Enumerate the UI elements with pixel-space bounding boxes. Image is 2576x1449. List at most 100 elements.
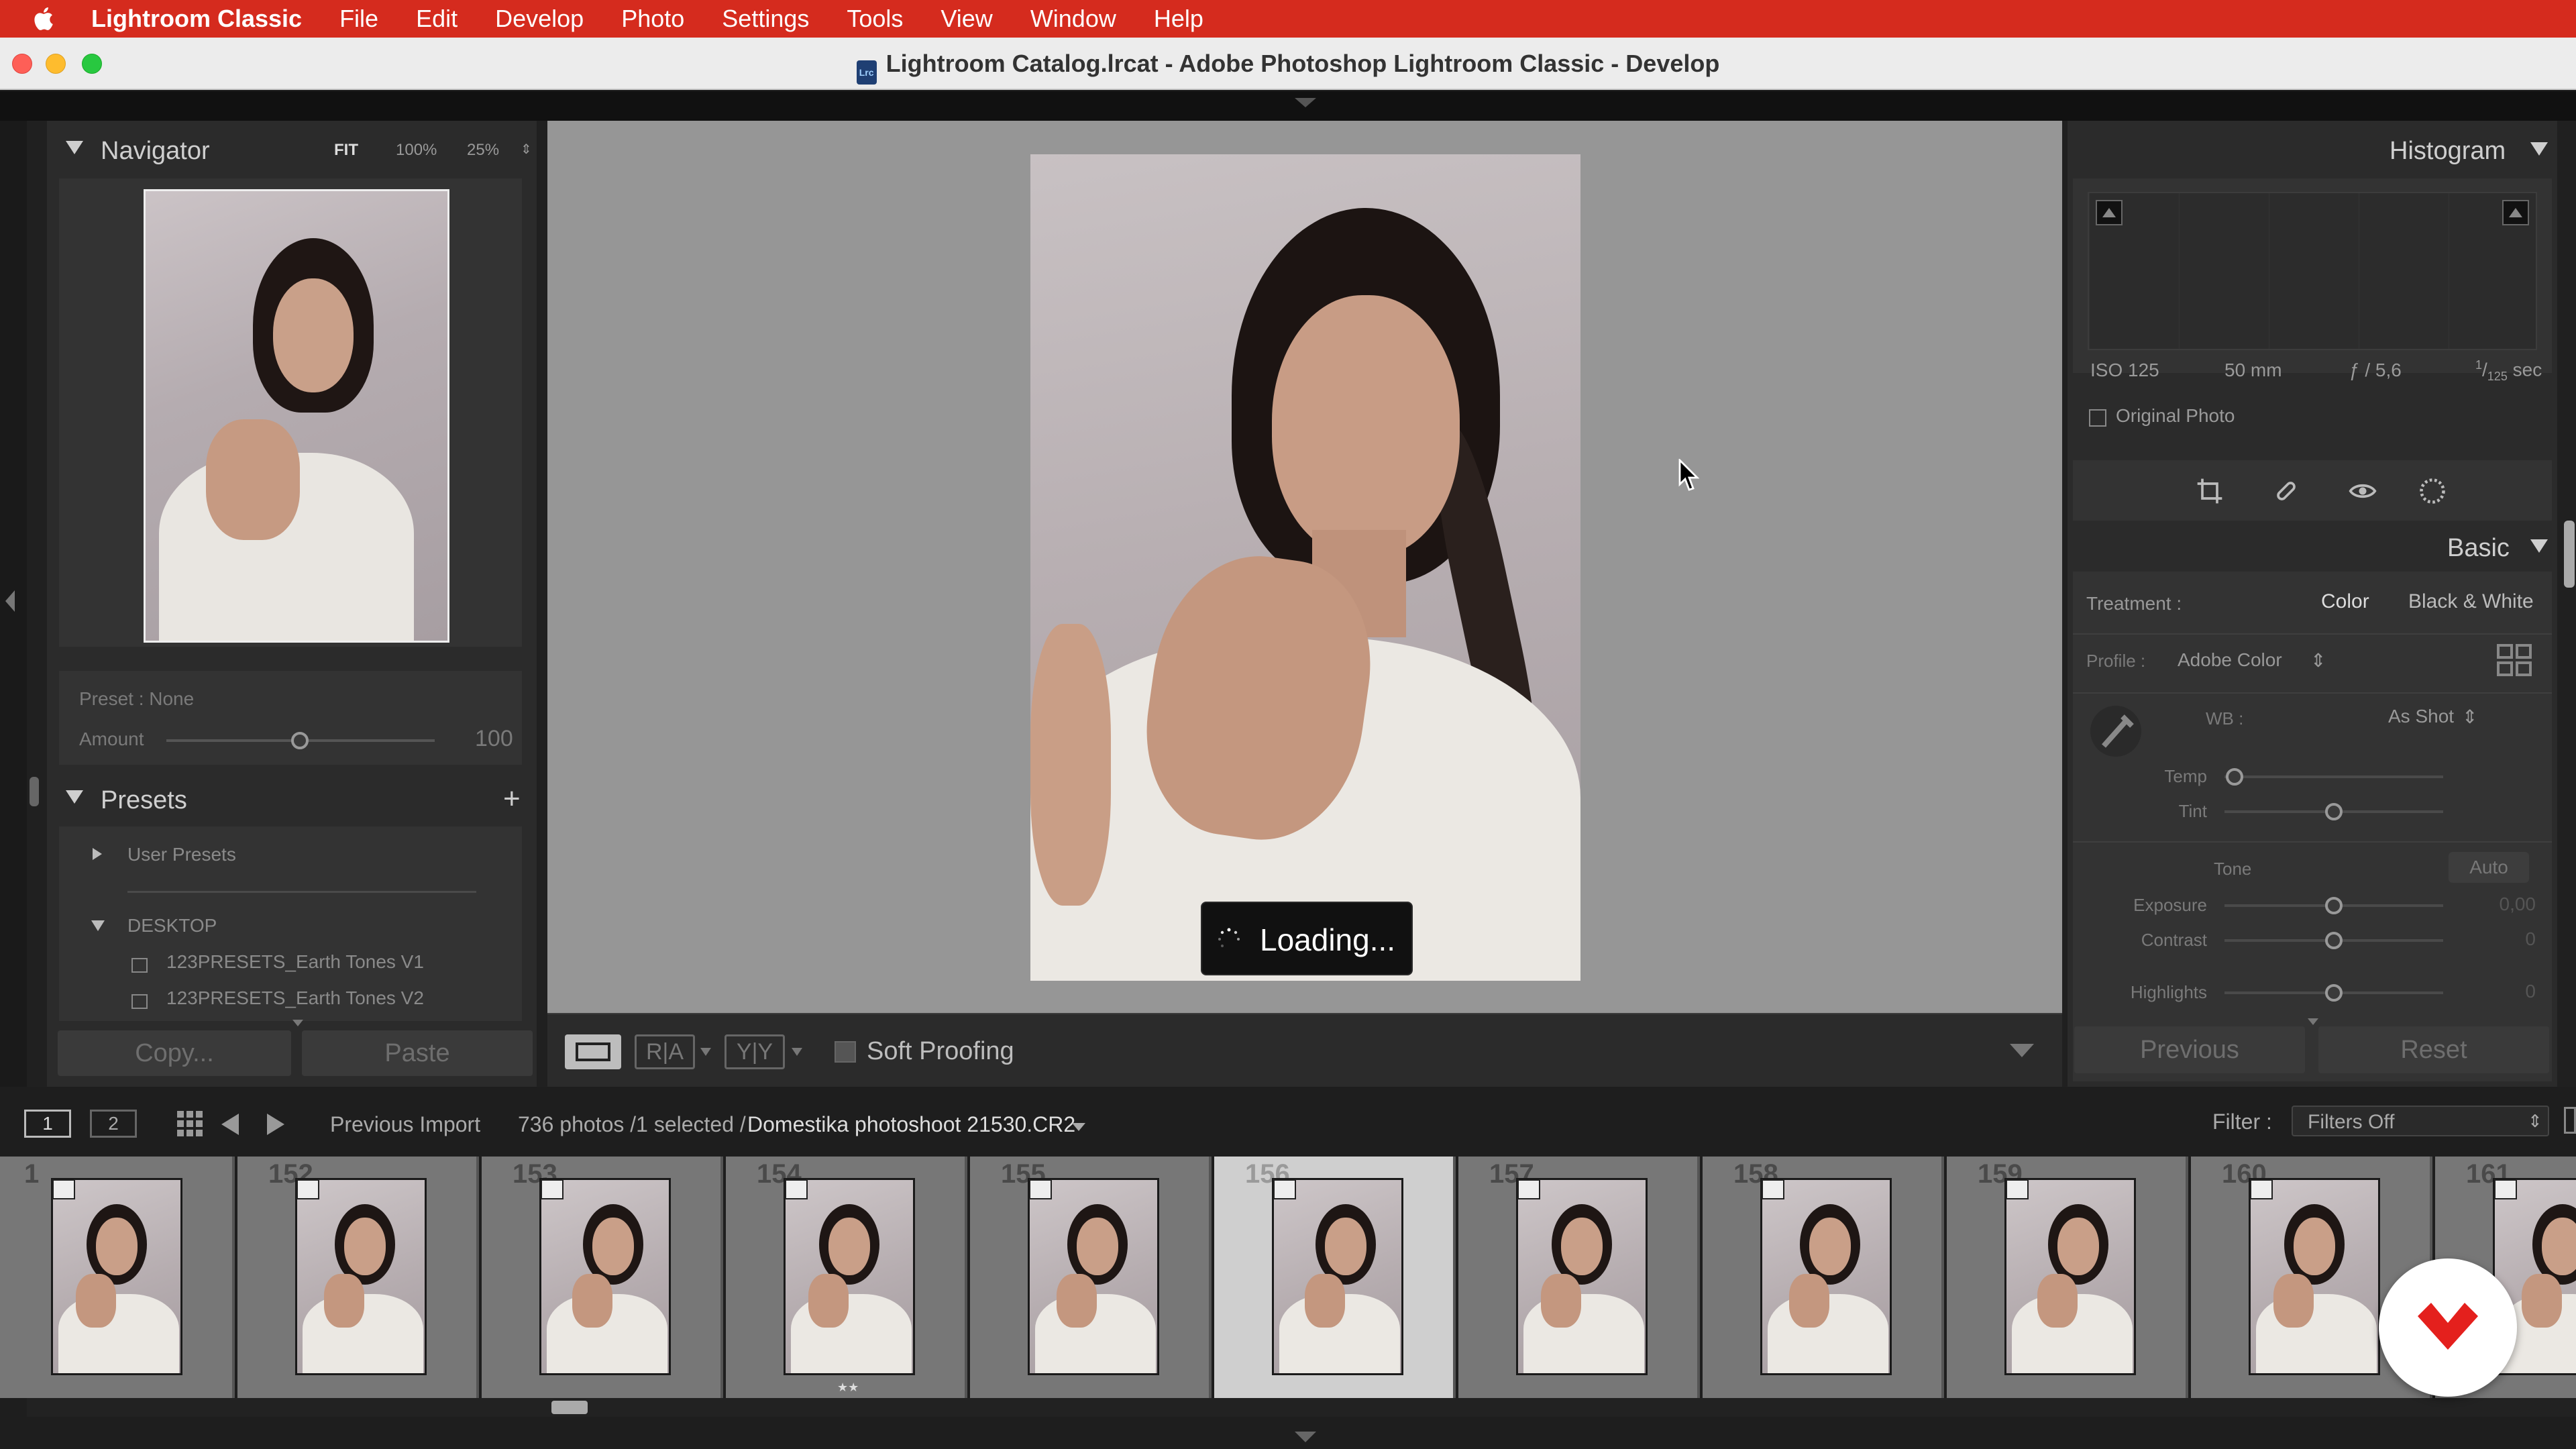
menu-window[interactable]: Window	[1030, 5, 1116, 33]
star-rating[interactable]: ★★	[837, 1381, 859, 1395]
white-balance-picker-icon[interactable]	[2090, 706, 2141, 757]
treatment-color[interactable]: Color	[2321, 590, 2369, 613]
toolbar-options-icon[interactable]	[2010, 1044, 2034, 1057]
filmstrip-scrollbar[interactable]	[27, 1398, 2576, 1417]
menu-settings[interactable]: Settings	[722, 5, 809, 33]
zoom-stepper-icon[interactable]: ⇕	[521, 141, 532, 158]
menu-file[interactable]: File	[339, 5, 378, 33]
filmstrip-cell[interactable]: 153	[482, 1157, 723, 1398]
add-preset-icon[interactable]: +	[503, 782, 521, 816]
contrast-value[interactable]: 0	[2482, 928, 2536, 950]
highlights-slider[interactable]	[2224, 984, 2443, 1002]
auto-tone-button[interactable]: Auto	[2449, 852, 2529, 883]
current-filename[interactable]: Domestika photoshoot 21530.CR2	[747, 1112, 1075, 1137]
main-photo[interactable]	[1030, 154, 1580, 981]
wb-stepper-icon[interactable]: ⇕	[2462, 706, 2477, 728]
collapse-filmstrip-icon[interactable]	[1295, 1432, 1316, 1442]
develop-settings-badge-icon	[785, 1179, 808, 1199]
exposure-value[interactable]: 0,00	[2482, 894, 2536, 915]
highlights-value[interactable]: 0	[2482, 981, 2536, 1002]
menu-tools[interactable]: Tools	[847, 5, 903, 33]
before-after-lr-button[interactable]: R|A	[635, 1034, 695, 1069]
before-after-split-button[interactable]: Y|Y	[724, 1034, 785, 1069]
profile-dropdown[interactable]: Adobe Color	[2178, 649, 2282, 671]
tint-slider[interactable]	[2224, 803, 2443, 820]
source-label[interactable]: Previous Import	[330, 1112, 480, 1137]
previous-button[interactable]: Previous	[2074, 1026, 2305, 1073]
temp-slider-knob[interactable]	[2226, 768, 2243, 786]
paste-button[interactable]: Paste	[302, 1030, 533, 1076]
filmstrip-scroll-thumb[interactable]	[551, 1401, 588, 1414]
amount-slider-knob[interactable]	[291, 732, 309, 749]
expand-user-presets-icon[interactable]	[93, 848, 102, 863]
left-panel-scrollbar[interactable]	[30, 777, 39, 806]
menu-develop[interactable]: Develop	[495, 5, 584, 33]
app-menu[interactable]: Lightroom Classic	[91, 5, 302, 33]
previous-photo-icon[interactable]	[221, 1114, 239, 1135]
temp-slider[interactable]	[2224, 768, 2443, 786]
masking-icon[interactable]	[2418, 476, 2447, 509]
filmstrip-cell[interactable]: 157	[1458, 1157, 1700, 1398]
highlights-slider-knob[interactable]	[2325, 984, 2343, 1002]
basic-collapse-icon[interactable]	[2530, 539, 2548, 556]
highlight-clipping-icon[interactable]	[2502, 200, 2529, 225]
copy-button[interactable]: Copy...	[58, 1030, 291, 1076]
amount-slider[interactable]	[166, 732, 435, 749]
navigator-collapse-icon[interactable]	[66, 141, 83, 158]
loupe-view-button[interactable]	[565, 1034, 621, 1069]
preset-item-2[interactable]: 123PRESETS_Earth Tones V2	[166, 987, 424, 1009]
filter-lock-icon[interactable]	[2564, 1107, 2576, 1134]
reset-button[interactable]: Reset	[2318, 1026, 2549, 1073]
red-eye-icon[interactable]	[2348, 476, 2377, 509]
collapse-desktop-group-icon[interactable]	[91, 920, 105, 931]
expand-top-panel-icon[interactable]	[1295, 98, 1316, 107]
presets-collapse-icon[interactable]	[66, 790, 83, 807]
apple-icon[interactable]	[30, 4, 59, 34]
image-canvas[interactable]: Loading...	[547, 121, 2062, 1013]
treatment-bw[interactable]: Black & White	[2408, 590, 2534, 613]
healing-icon[interactable]	[2271, 476, 2301, 509]
contrast-slider[interactable]	[2224, 932, 2443, 949]
collapse-left-panel-icon[interactable]	[5, 590, 15, 612]
preset-group-desktop[interactable]: DESKTOP	[127, 915, 217, 936]
original-photo-checkbox[interactable]	[2089, 409, 2106, 427]
profile-browser-icon[interactable]	[2496, 643, 2533, 678]
filmstrip-cell[interactable]: 1	[0, 1157, 235, 1398]
zoom-100[interactable]: 100%	[396, 141, 437, 160]
split-dropdown-icon[interactable]	[792, 1048, 802, 1056]
crop-icon[interactable]	[2195, 476, 2224, 509]
main-window-button[interactable]: 1	[24, 1110, 71, 1138]
grid-view-icon[interactable]	[176, 1110, 204, 1141]
exposure-slider-knob[interactable]	[2325, 897, 2343, 914]
menu-photo[interactable]: Photo	[621, 5, 684, 33]
filmstrip-cell[interactable]: 158	[1703, 1157, 1944, 1398]
profile-stepper-icon[interactable]: ⇕	[2310, 649, 2326, 672]
zoom-25[interactable]: 25%	[467, 141, 499, 160]
histogram-collapse-icon[interactable]	[2530, 142, 2548, 159]
filmstrip-cell[interactable]: 154 ★★	[726, 1157, 967, 1398]
filmstrip-cell[interactable]: 156	[1214, 1157, 1456, 1398]
wb-dropdown[interactable]: As Shot	[2388, 706, 2454, 727]
exposure-slider[interactable]	[2224, 897, 2443, 914]
filename-dropdown-icon[interactable]	[1072, 1123, 1085, 1131]
filmstrip-cell[interactable]: 159	[1947, 1157, 2188, 1398]
menu-view[interactable]: View	[941, 5, 992, 33]
contrast-slider-knob[interactable]	[2325, 932, 2343, 949]
shadow-clipping-icon[interactable]	[2096, 200, 2123, 225]
histogram-graph[interactable]	[2088, 192, 2537, 350]
right-panel-scrollbar[interactable]	[2564, 521, 2575, 588]
next-photo-icon[interactable]	[267, 1114, 284, 1135]
filmstrip-cell[interactable]: 155	[970, 1157, 1212, 1398]
filter-dropdown[interactable]: Filters Off ⇕	[2292, 1106, 2549, 1136]
soft-proofing-checkbox[interactable]	[835, 1041, 856, 1063]
menu-edit[interactable]: Edit	[416, 5, 458, 33]
navigator-preview-area[interactable]	[59, 178, 522, 647]
tint-slider-knob[interactable]	[2325, 803, 2343, 820]
zoom-fit[interactable]: FIT	[334, 141, 358, 160]
second-window-button[interactable]: 2	[90, 1110, 137, 1138]
preset-item-1[interactable]: 123PRESETS_Earth Tones V1	[166, 951, 424, 973]
filmstrip-cell[interactable]: 152	[237, 1157, 479, 1398]
preset-group-user[interactable]: User Presets	[127, 844, 236, 865]
before-after-dropdown-icon[interactable]	[700, 1048, 711, 1056]
menu-help[interactable]: Help	[1154, 5, 1203, 33]
